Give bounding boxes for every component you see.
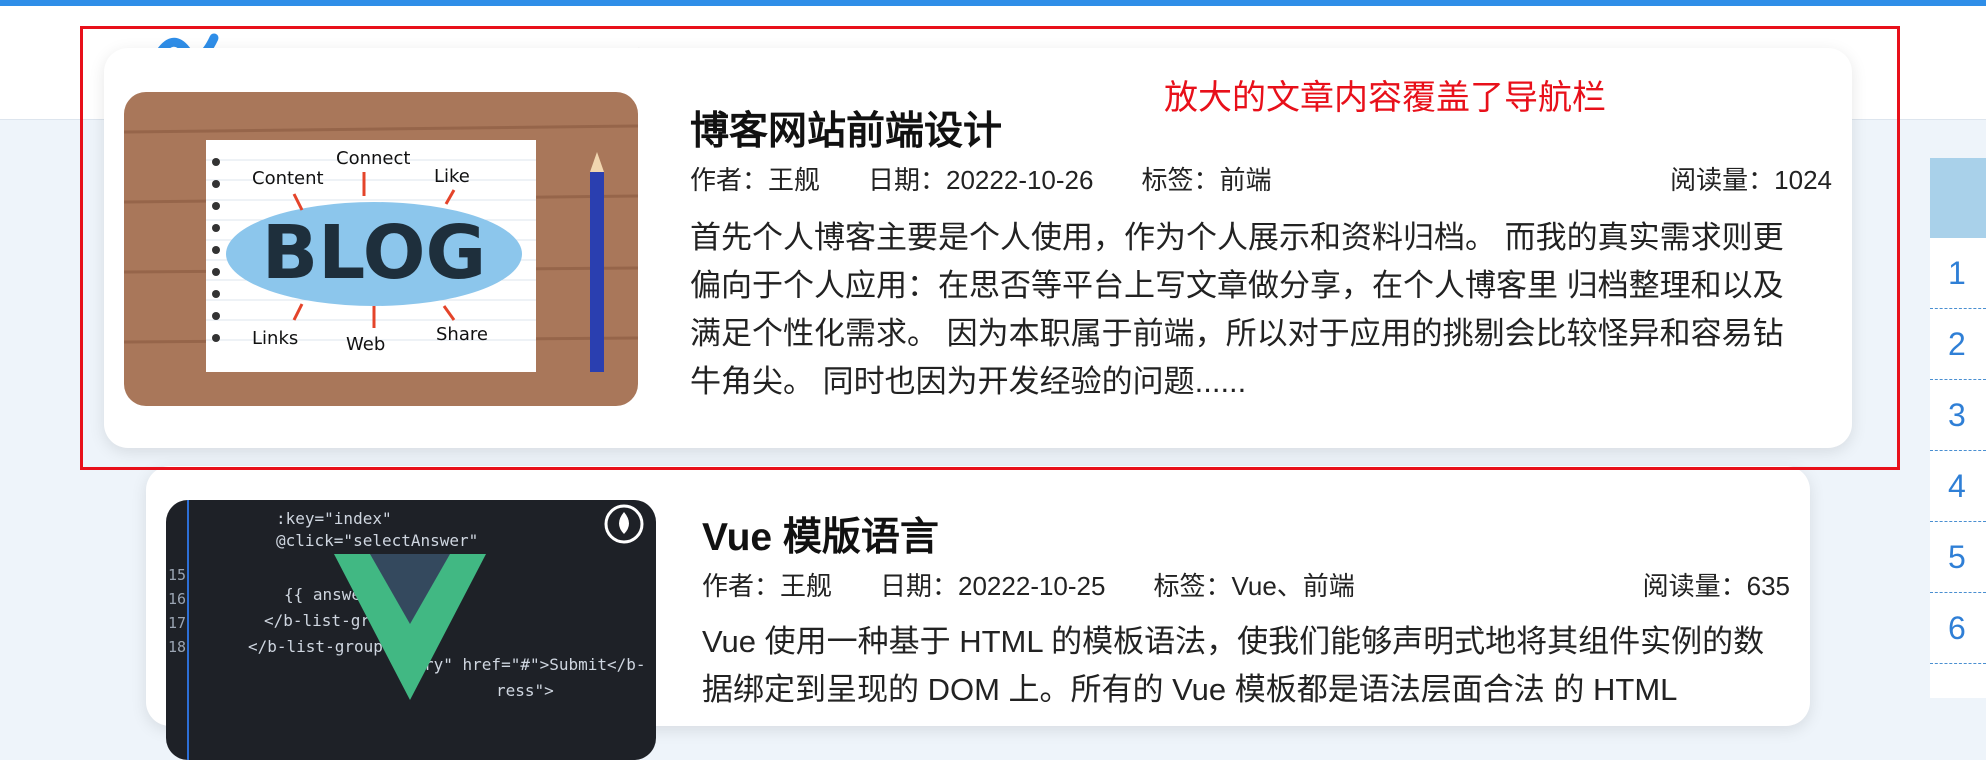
svg-text:ry" href="#">Submit</b-: ry" href="#">Submit</b-	[424, 655, 646, 674]
article-excerpt: 首先个人博客主要是个人使用，作为个人展示和资料归档。 而我的真实需求则更偏向于个…	[690, 220, 1784, 399]
article-meta: 作者：王舰 日期：20222-10-25 标签：Vue、前端	[702, 566, 1355, 603]
svg-text:Share: Share	[436, 324, 488, 345]
article-title[interactable]: Vue 模版语言	[702, 506, 939, 562]
toc-item[interactable]: 5	[1930, 522, 1986, 593]
article-thumbnail-vue[interactable]: 15 16 17 18 :key="index" @click="selectA…	[166, 500, 656, 760]
svg-text:Web: Web	[346, 334, 385, 355]
article-excerpt: Vue 使用一种基于 HTML 的模板语法，使我们能够声明式地将其组件实例的数据…	[702, 624, 1765, 707]
svg-text:</b-list-group: </b-list-group	[248, 637, 383, 656]
toc-item[interactable]: 4	[1930, 451, 1986, 522]
svg-text:Links: Links	[252, 328, 298, 349]
article-title[interactable]: 博客网站前端设计	[690, 100, 1002, 156]
svg-text:Connect: Connect	[336, 148, 410, 169]
toc-panel: 1 2 3 4 5 6	[1930, 158, 1986, 698]
svg-text:18: 18	[168, 638, 186, 656]
toc-item[interactable]: 6	[1930, 593, 1986, 664]
svg-text:17: 17	[168, 614, 186, 632]
svg-text::key="index": :key="index"	[276, 509, 392, 528]
svg-text:</b-list-gr: </b-list-gr	[264, 611, 370, 630]
svg-text:ress">: ress">	[496, 681, 554, 700]
toc-item[interactable]: 1	[1930, 238, 1986, 309]
article-date: 日期：20222-10-26	[868, 165, 1094, 195]
svg-text:16: 16	[168, 590, 186, 608]
article-thumbnail-blog[interactable]: BLOG Content Connect Like Links Web Shar…	[124, 92, 638, 406]
article-tags: 标签：前端	[1141, 165, 1272, 195]
svg-text:Content: Content	[252, 168, 324, 189]
toc-item[interactable]: 3	[1930, 380, 1986, 451]
article-date: 日期：20222-10-25	[880, 571, 1106, 601]
annotation-text: 放大的文章内容覆盖了导航栏	[1164, 79, 1606, 117]
article-meta: 作者：王舰 日期：20222-10-26 标签：前端	[690, 160, 1272, 197]
article-read-count: 阅读量：1024	[1670, 165, 1832, 195]
thumb-blog-heading: BLOG	[262, 210, 487, 296]
article-card[interactable]: 15 16 17 18 :key="index" @click="selectA…	[146, 466, 1810, 760]
toc-header	[1930, 158, 1986, 238]
toc-item[interactable]: 2	[1930, 309, 1986, 380]
article-author: 作者：王舰	[702, 571, 833, 601]
article-read-count: 阅读量：635	[1642, 571, 1790, 601]
svg-text:@click="selectAnswer": @click="selectAnswer"	[276, 531, 478, 550]
svg-text:15: 15	[168, 566, 186, 584]
svg-text:{{ answe: {{ answe	[284, 585, 361, 604]
svg-text:Like: Like	[434, 166, 470, 187]
article-tags: 标签：Vue、前端	[1153, 571, 1355, 601]
article-author: 作者：王舰	[690, 165, 821, 195]
